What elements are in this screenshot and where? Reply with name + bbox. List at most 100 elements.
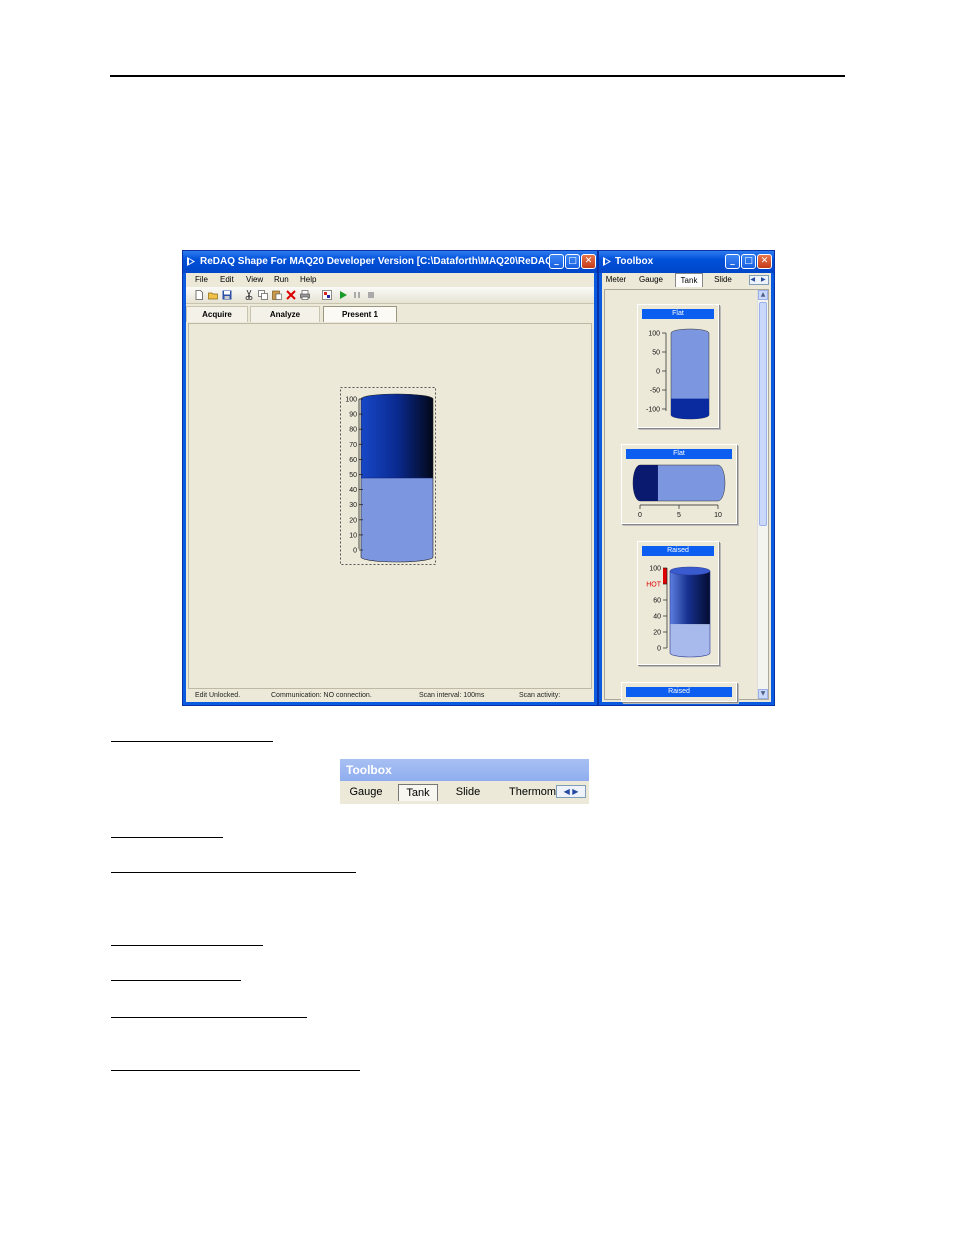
tank-scale-label: 100: [648, 331, 660, 338]
toolbox-tab-slide[interactable]: Slide: [709, 273, 737, 287]
scroll-up-arrow[interactable]: ▲: [758, 290, 768, 300]
main-titlebar[interactable]: ReDAQ Shape For MAQ20 Developer Version …: [183, 251, 597, 273]
closeup-tab-thermometer[interactable]: Thermom: [500, 784, 556, 801]
toolbox-item-label: Raised: [626, 687, 732, 697]
tank-top-cap: [669, 566, 711, 576]
close-button[interactable]: ✕: [581, 254, 596, 269]
cut-icon[interactable]: [244, 290, 254, 300]
tank-scale-label: 80: [349, 427, 357, 434]
toolbox-close-button[interactable]: ✕: [757, 254, 772, 269]
menu-run[interactable]: Run: [274, 275, 289, 284]
delete-icon[interactable]: [286, 290, 296, 300]
toolbox-title: Toolbox: [615, 256, 654, 267]
toolbox-scrollbar[interactable]: ▲ ▼: [757, 290, 768, 699]
toolbox-tab-meter[interactable]: Meter: [602, 273, 630, 287]
status-communication: Communication: NO connection.: [271, 692, 372, 699]
save-icon[interactable]: [222, 290, 232, 300]
print-icon[interactable]: [300, 290, 310, 300]
raised-tank-preview: 100 HOT 60 40 20 0: [646, 566, 711, 658]
toolbox-tabs-closeup: Toolbox Gauge Tank Slide Thermom ◀ ▶: [340, 759, 589, 804]
toolbox-item-label: Flat: [626, 449, 732, 459]
tank-scale-label: 90: [349, 412, 357, 419]
main-window: ReDAQ Shape For MAQ20 Developer Version …: [182, 250, 598, 706]
tank-scale-label: -50: [650, 388, 660, 395]
closeup-tab-tank[interactable]: Tank: [398, 784, 438, 801]
toolbox-tab-gauge[interactable]: Gauge: [636, 273, 666, 287]
copy-icon[interactable]: [258, 290, 268, 300]
minimize-button[interactable]: _: [549, 254, 564, 269]
menu-edit[interactable]: Edit: [220, 275, 234, 284]
open-folder-icon[interactable]: [208, 290, 218, 300]
toolbox-item-flat-vertical[interactable]: Flat 100 50 0 -50 -100: [637, 304, 719, 428]
tank-empty-region: [670, 571, 710, 625]
view-tabs: Acquire Analyze Present 1: [186, 305, 594, 323]
toolbox-item-raised[interactable]: Raised 100 HOT 60 40 20 0: [637, 541, 719, 665]
tank-scale-label: 0: [657, 646, 661, 653]
toolbox-client: Meter Gauge Tank Slide ◀ ▶ Flat 100 50 0 -5…: [602, 273, 771, 702]
tank-scale-label: -100: [646, 407, 660, 414]
toolbar: [186, 287, 594, 304]
underline-7: [111, 1070, 360, 1071]
tank-scale-label: 100: [649, 566, 661, 573]
tank-scale-label: 20: [653, 630, 661, 637]
tank-widget[interactable]: 1009080706050403020100: [340, 387, 437, 567]
tank-fill-region: [633, 465, 658, 501]
status-bar: Edit Unlocked. Communication: NO connect…: [186, 690, 594, 702]
underline-3: [111, 872, 356, 873]
toolbox-titlebar[interactable]: Toolbox _ □ ✕: [599, 251, 774, 273]
toolbox-window: Toolbox _ □ ✕ Meter Gauge Tank Slide ◀ ▶…: [598, 250, 775, 706]
menu-view[interactable]: View: [246, 275, 263, 284]
toolbox-maximize-button[interactable]: □: [741, 254, 756, 269]
toolbox-panel: Flat 100 50 0 -50 -100 Flat 0 5 10 Raised 100 H…: [604, 289, 769, 702]
pause-icon[interactable]: [352, 290, 362, 300]
maximize-button[interactable]: □: [565, 254, 580, 269]
run-icon[interactable]: [338, 290, 348, 300]
tab-present-1[interactable]: Present 1: [323, 306, 397, 322]
closeup-tab-gauge[interactable]: Gauge: [344, 784, 388, 801]
tank-scale-label: 70: [349, 442, 357, 449]
tank-scale-label: 50: [652, 350, 660, 357]
status-scan-activity: Scan activity:: [519, 692, 561, 699]
tab-analyze[interactable]: Analyze: [250, 306, 320, 322]
toolbox-item-raised-2[interactable]: Raised: [621, 682, 737, 702]
closeup-tab-scroll-arrows[interactable]: ◀ ▶: [556, 785, 586, 798]
hot-alarm-label: HOT: [646, 582, 662, 589]
tank-fill-region: [670, 624, 710, 657]
tank-scale-label: 5: [677, 512, 681, 519]
toolbox-item-flat-horizontal[interactable]: Flat 0 5 10: [621, 444, 737, 524]
toolbox-closeup-titlebar: Toolbox: [340, 759, 589, 781]
present-canvas[interactable]: 100 90 80 70 60 50 40 30 20 10 0: [188, 323, 592, 689]
tank-scale-label: 40: [653, 614, 661, 621]
tank-fill-region: [361, 478, 433, 562]
stop-icon[interactable]: [366, 290, 376, 300]
toolbox-minimize-button[interactable]: _: [725, 254, 740, 269]
underline-1: [111, 741, 273, 742]
alarm-band: [663, 568, 667, 584]
toolbox-tab-tank[interactable]: Tank: [675, 273, 703, 287]
scroll-down-arrow[interactable]: ▼: [758, 689, 768, 699]
tank-scale-label: 0: [353, 548, 357, 555]
new-file-icon[interactable]: [194, 290, 204, 300]
closeup-tab-slide[interactable]: Slide: [446, 784, 490, 801]
toolbox-icon: [603, 257, 611, 266]
menu-file[interactable]: File: [195, 275, 208, 284]
tank-scale-label: 60: [653, 598, 661, 605]
status-edit: Edit Unlocked.: [195, 692, 241, 699]
underline-4: [111, 945, 263, 946]
tank-scale-label: 40: [349, 487, 357, 494]
paste-icon[interactable]: [272, 290, 282, 300]
main-window-title: ReDAQ Shape For MAQ20 Developer Version …: [200, 256, 550, 267]
flat-tank-preview: 100 50 0 -50 -100: [646, 328, 710, 420]
tank-scale-label: 10: [349, 532, 357, 539]
toolbox-tab-scroll-arrows[interactable]: ◀ ▶: [749, 275, 769, 285]
menu-help[interactable]: Help: [300, 275, 316, 284]
underline-5: [111, 980, 241, 981]
scroll-thumb[interactable]: [759, 302, 767, 526]
menu-bar: File Edit View Run Help: [186, 273, 594, 286]
tank-scale-label: 100: [345, 397, 357, 404]
tab-acquire[interactable]: Acquire: [186, 306, 248, 322]
toolbox-item-label: Raised: [642, 546, 714, 556]
tank-scale-label: 0: [638, 512, 642, 519]
properties-icon[interactable]: [322, 290, 332, 300]
tank-fill-region: [671, 398, 709, 419]
